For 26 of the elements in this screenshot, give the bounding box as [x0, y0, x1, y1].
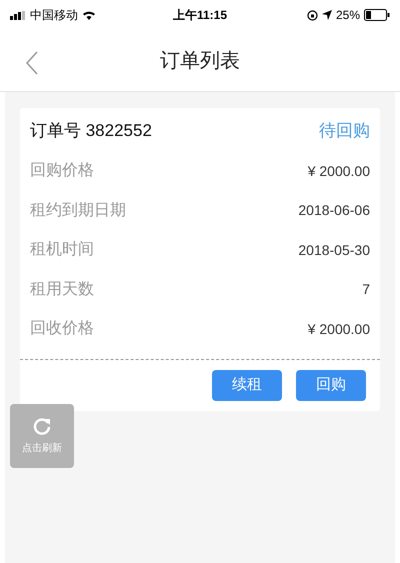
field-label: 租机时间 [30, 240, 94, 260]
rotation-lock-icon [306, 10, 318, 20]
page-title: 订单列表 [160, 48, 240, 74]
carrier-name: 中国移动 [30, 7, 78, 24]
battery-icon [364, 9, 390, 21]
action-button[interactable]: 续租 [212, 370, 282, 401]
signal-icon [10, 10, 26, 20]
refresh-icon [32, 416, 52, 436]
wifi-icon [82, 10, 96, 20]
field-value: ¥ 2000.00 [308, 320, 370, 339]
order-number: 订单号 3822552 [30, 120, 152, 142]
field-value: 2018-06-06 [298, 201, 370, 220]
field-label: 租用天数 [30, 280, 94, 300]
location-icon [322, 10, 332, 20]
status-time: 上午11:15 [172, 7, 228, 24]
field-value: ¥ 2000.00 [308, 162, 370, 181]
order-status: 待回购 [319, 120, 370, 142]
field-value: 2018-05-30 [298, 240, 370, 260]
field-label: 租约到期日期 [30, 200, 126, 221]
battery-percent: 25% [336, 7, 360, 24]
refresh-button[interactable]: 点击刷新 [10, 404, 74, 468]
field-label: 回购价格 [30, 161, 94, 182]
chevron-left-icon [26, 51, 38, 75]
field-value: 7 [362, 280, 370, 300]
action-button[interactable]: 回购 [296, 370, 366, 401]
field-label: 回收价格 [30, 319, 94, 340]
